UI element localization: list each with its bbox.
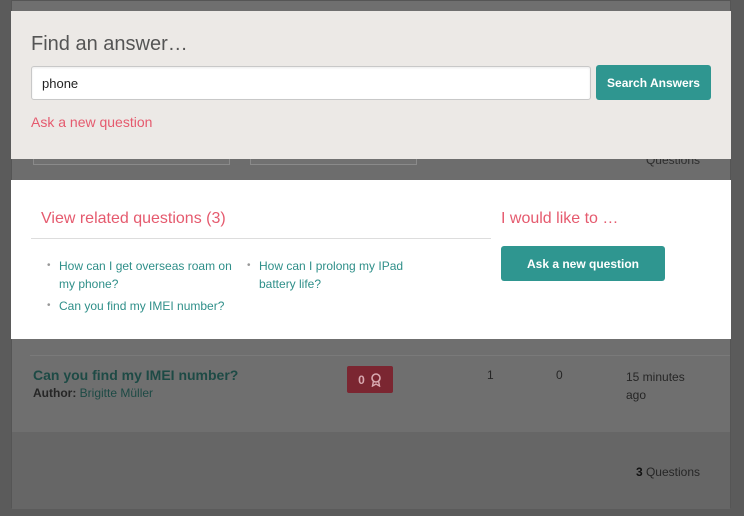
related-divider <box>31 238 491 239</box>
related-question-link[interactable]: How can I get overseas roam on my phone? <box>59 259 232 291</box>
list-item: Can you find my IMEI number? <box>47 297 242 315</box>
answers-count: 1 <box>487 368 494 382</box>
question-author: Author: Brigitte Müller <box>33 386 153 400</box>
search-panel: Find an answer… Search Answers Ask a new… <box>11 11 731 159</box>
votes-count: 0 <box>358 372 365 387</box>
question-count-number: 3 <box>635 465 643 479</box>
ask-new-question-link[interactable]: Ask a new question <box>31 114 152 130</box>
related-questions-list: How can I prolong my IPad battery life? <box>247 257 427 297</box>
question-count-label: Questions <box>645 465 700 479</box>
i-would-like-to-heading: I would like to … <box>501 210 619 227</box>
last-activity-time: 15 minutes ago <box>626 370 685 402</box>
table-row: Can you find my IMEI number? Author: Bri… <box>12 356 730 432</box>
search-input[interactable] <box>31 66 591 100</box>
views-count: 0 <box>556 368 563 382</box>
question-title-link[interactable]: Can you find my IMEI number? <box>33 367 238 383</box>
author-name-link[interactable]: Brigitte Müller <box>80 386 153 400</box>
related-question-link[interactable]: How can I prolong my IPad battery life? <box>259 259 403 291</box>
list-item: How can I prolong my IPad battery life? <box>247 257 427 293</box>
related-questions-list: How can I get overseas roam on my phone?… <box>47 257 242 319</box>
related-question-link[interactable]: Can you find my IMEI number? <box>59 299 224 313</box>
search-heading: Find an answer… <box>31 33 188 55</box>
list-item: How can I get overseas roam on my phone? <box>47 257 242 293</box>
author-label: Author: <box>33 386 77 400</box>
related-questions-panel: View related questions (3) How can I get… <box>11 180 731 339</box>
votes-badge[interactable]: 0 <box>347 366 393 393</box>
related-questions-heading: View related questions (3) <box>41 210 226 227</box>
question-count-bottom: 3 Questions <box>636 465 700 479</box>
list-footer: 3 Questions <box>12 432 730 509</box>
ask-new-question-button[interactable]: Ask a new question <box>501 246 665 281</box>
search-answers-button[interactable]: Search Answers <box>596 65 711 100</box>
award-ribbon-icon <box>371 372 381 387</box>
